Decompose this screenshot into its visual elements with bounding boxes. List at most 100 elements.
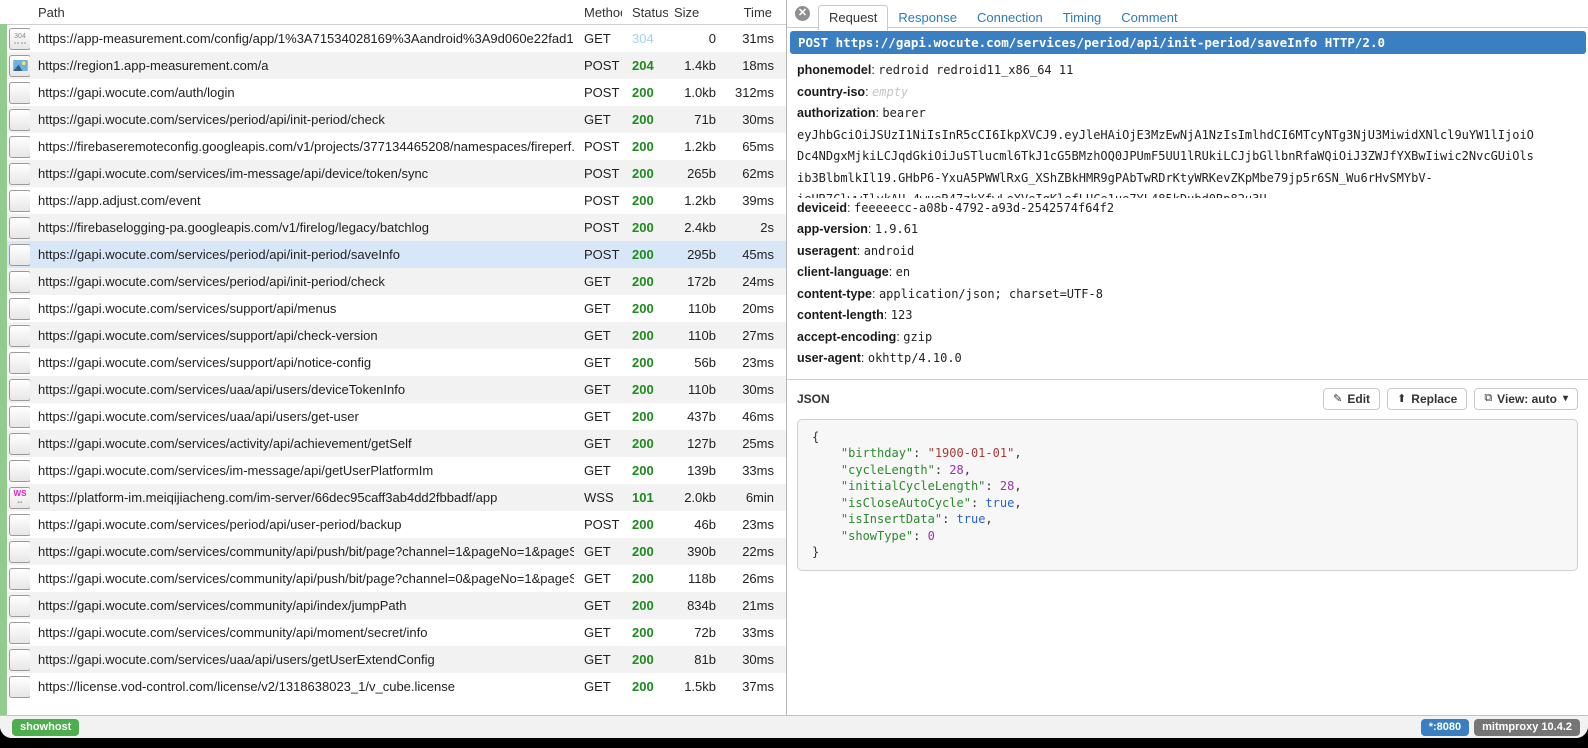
column-header-status: Status <box>622 5 668 20</box>
header-line[interactable]: accept-encoding: gzip <box>797 327 1578 349</box>
pencil-icon: ✎ <box>1333 392 1342 405</box>
flow-row[interactable]: https://gapi.wocute.com/services/im-mess… <box>0 160 786 187</box>
flow-row[interactable]: https://region1.app-measurement.com/aPOS… <box>0 52 786 79</box>
header-line[interactable]: content-type: application/json; charset=… <box>797 284 1578 306</box>
flow-size: 2.4kb <box>668 220 724 235</box>
flow-size: 295b <box>668 247 724 262</box>
flow-row[interactable]: https://gapi.wocute.com/services/support… <box>0 349 786 376</box>
flow-method: GET <box>574 679 622 694</box>
header-line[interactable]: client-language: en <box>797 262 1578 284</box>
flow-row[interactable]: https://gapi.wocute.com/services/support… <box>0 322 786 349</box>
upload-icon: ⬆ <box>1397 392 1406 405</box>
flow-time: 62ms <box>724 166 786 181</box>
flow-row[interactable]: https://gapi.wocute.com/services/uaa/api… <box>0 403 786 430</box>
header-line[interactable]: phonemodel: redroid redroid11_x86_64 11 <box>797 60 1578 82</box>
tab-comment[interactable]: Comment <box>1111 6 1187 30</box>
body-buttons: ✎ Edit ⬆Replace ⧉View: auto▾ <box>1316 388 1578 410</box>
flow-path: https://gapi.wocute.com/services/communi… <box>30 625 574 640</box>
tab-response[interactable]: Response <box>888 6 967 30</box>
header-colon: : <box>889 265 896 279</box>
flow-size: 110b <box>668 382 724 397</box>
flow-path: https://gapi.wocute.com/services/period/… <box>30 274 574 289</box>
flow-row[interactable]: https://firebaselogging-pa.googleapis.co… <box>0 214 786 241</box>
flow-path: https://gapi.wocute.com/services/period/… <box>30 112 574 127</box>
header-value: 123 <box>891 308 913 322</box>
flow-path: https://gapi.wocute.com/services/uaa/api… <box>30 382 574 397</box>
view-mode-button[interactable]: ⧉View: auto▾ <box>1474 388 1578 410</box>
flow-row[interactable]: https://gapi.wocute.com/services/support… <box>0 295 786 322</box>
flow-path: https://gapi.wocute.com/services/im-mess… <box>30 463 574 478</box>
flow-time: 33ms <box>724 463 786 478</box>
flow-row[interactable]: https://license.vod-control.com/license/… <box>0 673 786 700</box>
flow-row[interactable]: https://gapi.wocute.com/auth/loginPOST20… <box>0 79 786 106</box>
flow-row[interactable]: https://gapi.wocute.com/services/period/… <box>0 511 786 538</box>
flow-row[interactable]: https://gapi.wocute.com/services/im-mess… <box>0 457 786 484</box>
flow-method: POST <box>574 58 622 73</box>
websocket-icon: WS⇔ <box>9 487 30 509</box>
showhost-badge: showhost <box>12 719 79 736</box>
flow-list: PathMethodStatusSizeTime 304https://app-… <box>0 0 787 715</box>
flow-row[interactable]: https://gapi.wocute.com/services/communi… <box>0 619 786 646</box>
flow-row[interactable]: 304https://app-measurement.com/config/ap… <box>0 25 786 52</box>
flow-time: 39ms <box>724 193 786 208</box>
flow-method: GET <box>574 328 622 343</box>
flow-row[interactable]: https://gapi.wocute.com/services/period/… <box>0 106 786 133</box>
replace-button[interactable]: ⬆Replace <box>1387 388 1467 410</box>
flow-method: GET <box>574 544 622 559</box>
header-line[interactable]: content-length: 123 <box>797 305 1578 327</box>
header-name: phonemodel <box>797 63 871 77</box>
flow-row[interactable]: WS⇔https://platform-im.meiqijiacheng.com… <box>0 484 786 511</box>
detail-tabbar: ✕ RequestResponseConnectionTimingComment <box>787 0 1588 28</box>
flow-method: WSS <box>574 490 622 505</box>
header-line[interactable]: app-version: 1.9.61 <box>797 219 1578 241</box>
flow-row[interactable]: https://gapi.wocute.com/services/communi… <box>0 538 786 565</box>
flow-row[interactable]: https://firebaseremoteconfig.googleapis.… <box>0 133 786 160</box>
flow-method: GET <box>574 598 622 613</box>
flow-status: 200 <box>622 220 668 235</box>
flow-time: 30ms <box>724 382 786 397</box>
request-line[interactable]: POST https://gapi.wocute.com/services/pe… <box>790 31 1586 54</box>
image-icon <box>9 55 30 77</box>
flow-path: https://gapi.wocute.com/services/period/… <box>30 517 574 532</box>
flow-size: 0 <box>668 31 724 46</box>
column-header-time: Time <box>724 5 786 20</box>
flow-path: https://gapi.wocute.com/services/uaa/api… <box>30 652 574 667</box>
flow-size: 110b <box>668 328 724 343</box>
close-icon[interactable]: ✕ <box>795 6 810 21</box>
flow-size: 46b <box>668 517 724 532</box>
flow-size: 139b <box>668 463 724 478</box>
flow-method: GET <box>574 301 622 316</box>
button-label: Edit <box>1347 392 1370 406</box>
flow-row[interactable]: https://gapi.wocute.com/services/period/… <box>0 241 786 268</box>
tab-timing[interactable]: Timing <box>1053 6 1112 30</box>
flow-status: 200 <box>622 544 668 559</box>
tab-request[interactable]: Request <box>818 5 888 31</box>
flow-status: 200 <box>622 571 668 586</box>
tab-connection[interactable]: Connection <box>967 6 1053 30</box>
marker-stripe <box>0 24 7 715</box>
flow-time: 33ms <box>724 625 786 640</box>
flow-row[interactable]: https://gapi.wocute.com/services/communi… <box>0 592 786 619</box>
header-line[interactable]: deviceid: feeeeecc-a08b-4792-a93d-254257… <box>797 198 1578 220</box>
flow-row[interactable]: https://gapi.wocute.com/services/uaa/api… <box>0 646 786 673</box>
flow-method: POST <box>574 166 622 181</box>
header-line[interactable]: authorization: bearereyJhbGciOiJSUzI1NiI… <box>797 103 1578 198</box>
flow-status: 200 <box>622 598 668 613</box>
flow-time: 27ms <box>724 328 786 343</box>
flow-row[interactable]: https://gapi.wocute.com/services/uaa/api… <box>0 376 786 403</box>
document-icon <box>9 298 30 320</box>
flow-row[interactable]: https://app.adjust.com/eventPOST2001.2kb… <box>0 187 786 214</box>
flow-row[interactable]: https://gapi.wocute.com/services/communi… <box>0 565 786 592</box>
header-line[interactable]: country-iso: empty <box>797 82 1578 104</box>
header-line[interactable]: useragent: android <box>797 241 1578 263</box>
flow-size: 437b <box>668 409 724 424</box>
flow-status: 200 <box>622 355 668 370</box>
header-colon: : <box>884 308 891 322</box>
flow-row[interactable]: https://gapi.wocute.com/services/period/… <box>0 268 786 295</box>
edit-button[interactable]: ✎ Edit <box>1323 388 1380 410</box>
document-icon <box>9 82 30 104</box>
json-body-view[interactable]: { "birthday": "1900-01-01", "cycleLength… <box>797 419 1578 571</box>
flow-row[interactable]: https://gapi.wocute.com/services/activit… <box>0 430 786 457</box>
token-line: ieUR7ClwwIlvkAU_4wueR47zkYfwLeXVeIgKlefL… <box>797 189 1578 198</box>
header-line[interactable]: user-agent: okhttp/4.10.0 <box>797 348 1578 370</box>
